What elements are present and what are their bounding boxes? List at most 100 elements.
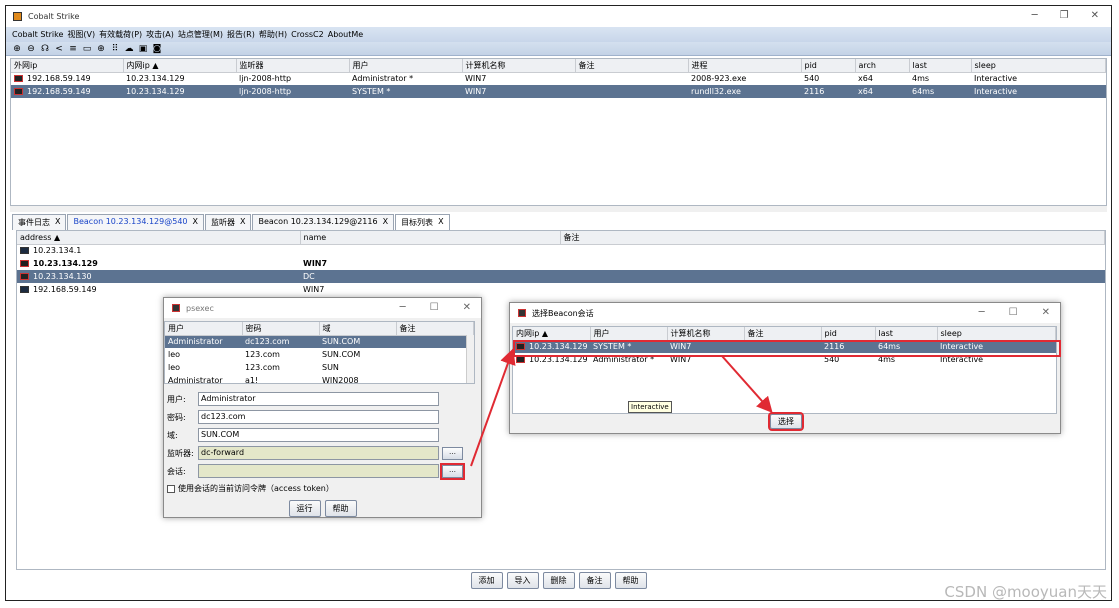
menu-attacks[interactable]: 攻击(A) — [146, 29, 174, 40]
maximize-icon[interactable]: ☐ — [1009, 307, 1018, 318]
close-icon[interactable]: X — [383, 217, 388, 228]
menu-cobalt-strike[interactable]: Cobalt Strike — [12, 30, 63, 39]
col-domain[interactable]: 域 — [319, 322, 397, 336]
tab-event-log[interactable]: 事件日志 X — [12, 214, 67, 230]
image-icon[interactable]: ▣ — [138, 44, 148, 54]
col-computer[interactable]: 计算机名称 — [667, 327, 745, 341]
col-sleep[interactable]: sleep — [937, 327, 1056, 341]
choose-session-button[interactable]: … — [440, 462, 465, 480]
table-row[interactable]: 10.23.134.129 Administrator * WIN7 540 4… — [513, 353, 1056, 366]
choose-listener-button[interactable]: … — [442, 446, 463, 460]
token-checkbox[interactable] — [167, 484, 175, 493]
col-external-ip[interactable]: 外网ip — [11, 59, 124, 73]
table-row[interactable]: 10.23.134.1 — [17, 244, 1105, 257]
menu-aboutme[interactable]: AboutMe — [328, 30, 363, 39]
col-pid[interactable]: pid — [821, 327, 876, 341]
close-icon[interactable]: X — [55, 217, 60, 228]
minus-circle-icon[interactable]: ⊖ — [26, 44, 36, 54]
scrollbar[interactable] — [466, 335, 474, 383]
table-row-selected[interactable]: 10.23.134.130 DC — [17, 270, 1105, 283]
close-icon[interactable]: ✕ — [463, 302, 471, 313]
table-row[interactable]: leo 123.com SUN.COM — [165, 348, 474, 361]
col-arch[interactable]: arch — [855, 59, 910, 73]
import-button[interactable]: 导入 — [506, 572, 539, 589]
col-internal-ip[interactable]: 内网ip ▲ — [513, 327, 591, 341]
col-computer[interactable]: 计算机名称 — [462, 59, 576, 73]
col-internal-ip[interactable]: 内网ip ▲ — [123, 59, 237, 73]
maximize-icon[interactable]: ☐ — [430, 302, 439, 313]
headphones-icon[interactable]: ☊ — [40, 44, 50, 54]
tab-beacon-2116[interactable]: Beacon 10.23.134.129@2116 X — [252, 214, 395, 230]
menu-reporting[interactable]: 报告(R) — [227, 29, 255, 40]
window-icon[interactable]: ▭ — [82, 44, 92, 54]
plus-circle-icon[interactable]: ⊕ — [12, 44, 22, 54]
table-row-selected[interactable]: 192.168.59.149 10.23.134.129 ljn-2008-ht… — [11, 85, 1106, 98]
dialog-title: psexec — [186, 303, 214, 313]
col-note[interactable]: 备注 — [575, 59, 689, 73]
col-note[interactable]: 备注 — [560, 231, 1105, 245]
menu-help[interactable]: 帮助(H) — [259, 29, 287, 40]
col-last[interactable]: last — [875, 327, 938, 341]
help-button[interactable]: 帮助 — [614, 572, 647, 589]
cloud-icon[interactable]: ☁ — [124, 44, 134, 54]
tab-beacon-540[interactable]: Beacon 10.23.134.129@540 X — [67, 214, 204, 230]
close-icon[interactable]: ✕ — [1042, 307, 1050, 318]
col-password[interactable]: 密码 — [242, 322, 320, 336]
minimize-icon[interactable]: ─ — [1032, 10, 1038, 21]
maximize-icon[interactable]: ❐ — [1060, 10, 1069, 21]
select-button[interactable]: 选择 — [768, 412, 804, 431]
list-icon[interactable]: ≡ — [68, 44, 78, 54]
run-button[interactable]: 运行 — [288, 500, 321, 517]
dots-icon[interactable]: ⠿ — [110, 44, 120, 54]
table-row[interactable]: leo 123.com SUN — [165, 361, 474, 374]
col-user[interactable]: 用户 — [590, 327, 668, 341]
share-icon[interactable]: < — [54, 44, 64, 54]
delete-button[interactable]: 删除 — [542, 572, 575, 589]
add-button[interactable]: 添加 — [470, 572, 503, 589]
close-icon[interactable]: ✕ — [1091, 10, 1099, 21]
watermark: CSDN @mooyuan天天 — [944, 583, 1107, 601]
menu-site-management[interactable]: 站点管理(M) — [178, 29, 223, 40]
col-note[interactable]: 备注 — [744, 327, 822, 341]
psexec-dialog: psexec ─ ☐ ✕ 用户 密码 域 备注 Administrator dc1… — [163, 297, 482, 518]
col-user[interactable]: 用户 — [165, 322, 243, 336]
minimize-icon[interactable]: ─ — [400, 302, 406, 313]
session-field[interactable] — [198, 464, 439, 478]
domain-field[interactable]: SUN.COM — [198, 428, 439, 442]
col-note[interactable]: 备注 — [396, 322, 474, 336]
table-row[interactable]: Administrator a1! WIN2008 — [165, 374, 474, 383]
listener-label: 监听器: — [167, 448, 194, 458]
toolbar: ⊕ ⊖ ☊ < ≡ ▭ ⊕ ⠿ ☁ ▣ ◙ — [6, 42, 1111, 56]
beacon-table: 内网ip ▲ 用户 计算机名称 备注 pid last sleep 10.23.… — [512, 326, 1061, 414]
col-process[interactable]: 进程 — [688, 59, 802, 73]
table-row-selected[interactable]: Administrator dc123.com SUN.COM — [165, 335, 474, 348]
menu-crossc2[interactable]: CrossC2 — [291, 30, 324, 39]
panel-splitter[interactable] — [10, 206, 1107, 212]
listener-field[interactable]: dc-forward — [198, 446, 439, 460]
password-field[interactable]: dc123.com — [198, 410, 439, 424]
table-row[interactable]: 192.168.59.149 10.23.134.129 ljn-2008-ht… — [11, 72, 1106, 85]
close-icon[interactable]: X — [193, 217, 198, 228]
note-button[interactable]: 备注 — [578, 572, 611, 589]
menu-view[interactable]: 视图(V) — [67, 29, 95, 40]
col-listener[interactable]: 监听器 — [236, 59, 350, 73]
camera-icon[interactable]: ◙ — [152, 44, 162, 54]
table-row-selected[interactable]: 10.23.134.129 SYSTEM * WIN7 2116 64ms In… — [513, 340, 1056, 353]
help-button[interactable]: 帮助 — [324, 500, 357, 517]
col-last[interactable]: last — [909, 59, 972, 73]
col-name[interactable]: name — [300, 231, 561, 245]
tab-targets[interactable]: 目标列表 X — [395, 214, 450, 230]
menu-payloads[interactable]: 有效载荷(P) — [99, 29, 142, 40]
col-user[interactable]: 用户 — [349, 59, 463, 73]
globe-icon[interactable]: ⊕ — [96, 44, 106, 54]
col-address[interactable]: address ▲ — [17, 231, 301, 245]
close-icon[interactable]: X — [438, 217, 443, 228]
user-field[interactable]: Administrator — [198, 392, 439, 406]
col-pid[interactable]: pid — [801, 59, 856, 73]
minimize-icon[interactable]: ─ — [979, 307, 985, 318]
tab-listeners[interactable]: 监听器 X — [204, 214, 252, 230]
col-sleep[interactable]: sleep — [971, 59, 1106, 73]
table-row[interactable]: 192.168.59.149 WIN7 — [17, 283, 1105, 296]
close-icon[interactable]: X — [240, 217, 245, 228]
table-row[interactable]: 10.23.134.129 WIN7 — [17, 257, 1105, 270]
